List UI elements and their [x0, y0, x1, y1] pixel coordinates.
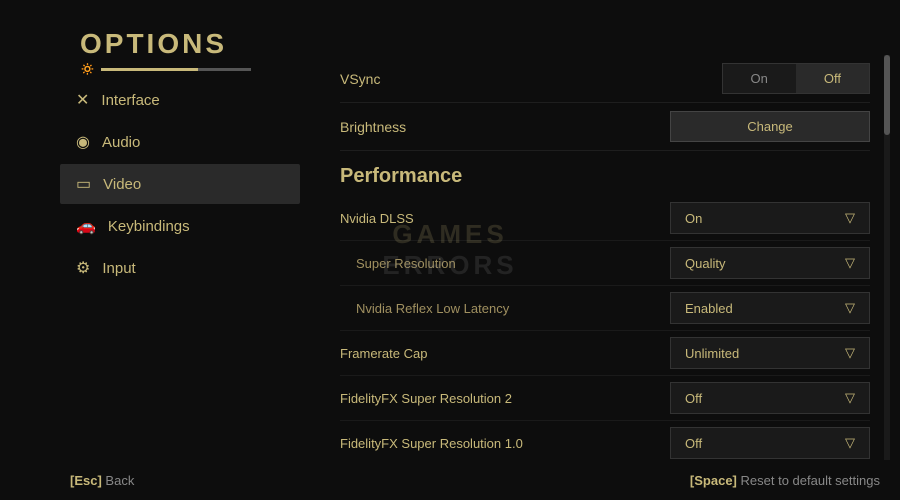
sidebar-item-interface[interactable]: ✕ Interface	[60, 80, 300, 120]
input-icon: ⚙	[76, 258, 90, 278]
space-key-label: [Space]	[690, 473, 737, 488]
keybindings-icon: 🚗	[76, 216, 96, 236]
sidebar-item-audio[interactable]: ◉ Audio	[60, 122, 300, 162]
slider-fill	[101, 68, 199, 71]
sidebar-label-video: Video	[103, 176, 141, 193]
scrollbar-thumb[interactable]	[884, 55, 890, 135]
video-icon: ▭	[76, 174, 91, 194]
super-resolution-value: Quality ▽	[560, 247, 870, 279]
nvidia-reflex-row: Nvidia Reflex Low Latency Enabled ▽	[340, 286, 870, 331]
brightness-change-button[interactable]: Change	[670, 111, 870, 142]
framerate-cap-selected: Unlimited	[685, 346, 739, 361]
framerate-cap-label: Framerate Cap	[340, 346, 560, 361]
vsync-label: VSync	[340, 71, 560, 87]
framerate-cap-value: Unlimited ▽	[560, 337, 870, 369]
nvidia-dlss-label: Nvidia DLSS	[340, 211, 560, 226]
nvidia-dlss-dropdown[interactable]: On ▽	[670, 202, 870, 234]
main-content: VSync On Off Brightness Change Performan…	[340, 55, 870, 460]
space-key-text: Reset to default settings	[741, 473, 880, 488]
super-resolution-selected: Quality	[685, 256, 725, 271]
nvidia-dlss-arrow: ▽	[845, 210, 855, 226]
sidebar-item-video[interactable]: ▭ Video	[60, 164, 300, 204]
nvidia-reflex-selected: Enabled	[685, 301, 733, 316]
nvidia-dlss-selected: On	[685, 211, 702, 226]
vsync-control: On Off	[560, 63, 870, 94]
super-resolution-label: Super Resolution	[340, 256, 560, 271]
scrollbar[interactable]	[884, 55, 890, 460]
fidelityfx-sr2-value: Off ▽	[560, 382, 870, 414]
performance-section-title: Performance	[340, 165, 870, 188]
fidelityfx-sr1-row: FidelityFX Super Resolution 1.0 Off ▽	[340, 421, 870, 460]
sidebar-label-keybindings: Keybindings	[108, 218, 190, 235]
nvidia-reflex-dropdown[interactable]: Enabled ▽	[670, 292, 870, 324]
vsync-toggle-group: On Off	[722, 63, 870, 94]
vsync-on-button[interactable]: On	[723, 64, 796, 93]
footer: [Esc] Back [Space] Reset to default sett…	[70, 473, 880, 488]
sidebar-label-audio: Audio	[102, 134, 140, 151]
sidebar-label-interface: Interface	[101, 92, 159, 109]
esc-key-label: [Esc]	[70, 473, 102, 488]
fidelityfx-sr1-dropdown[interactable]: Off ▽	[670, 427, 870, 459]
vsync-row: VSync On Off	[340, 55, 870, 103]
nvidia-dlss-row: Nvidia DLSS On ▽	[340, 196, 870, 241]
sidebar: ✕ Interface ◉ Audio ▭ Video 🚗 Keybinding…	[60, 80, 300, 290]
sidebar-label-input: Input	[102, 260, 135, 277]
super-resolution-row: Super Resolution Quality ▽	[340, 241, 870, 286]
fidelityfx-sr1-value: Off ▽	[560, 427, 870, 459]
fidelityfx-sr2-row: FidelityFX Super Resolution 2 Off ▽	[340, 376, 870, 421]
nvidia-dlss-value: On ▽	[560, 202, 870, 234]
framerate-cap-dropdown[interactable]: Unlimited ▽	[670, 337, 870, 369]
fidelityfx-sr1-selected: Off	[685, 436, 702, 451]
brightness-row: Brightness Change	[340, 103, 870, 151]
page-title: OPTIONS	[80, 28, 227, 60]
top-slider-area: 🔅	[80, 62, 251, 76]
slider-track[interactable]	[101, 68, 251, 71]
brightness-label: Brightness	[340, 119, 560, 135]
footer-back: [Esc] Back	[70, 473, 134, 488]
framerate-cap-arrow: ▽	[845, 345, 855, 361]
super-resolution-arrow: ▽	[845, 255, 855, 271]
audio-icon: ◉	[76, 132, 90, 152]
fidelityfx-sr1-label: FidelityFX Super Resolution 1.0	[340, 436, 560, 451]
sidebar-item-keybindings[interactable]: 🚗 Keybindings	[60, 206, 300, 246]
nvidia-reflex-label: Nvidia Reflex Low Latency	[340, 301, 560, 316]
framerate-cap-row: Framerate Cap Unlimited ▽	[340, 331, 870, 376]
nvidia-reflex-arrow: ▽	[845, 300, 855, 316]
footer-reset: [Space] Reset to default settings	[690, 473, 880, 488]
brightness-control: Change	[560, 111, 870, 142]
fidelityfx-sr2-selected: Off	[685, 391, 702, 406]
sidebar-item-input[interactable]: ⚙ Input	[60, 248, 300, 288]
fidelityfx-sr2-arrow: ▽	[845, 390, 855, 406]
nvidia-reflex-value: Enabled ▽	[560, 292, 870, 324]
fidelityfx-sr2-label: FidelityFX Super Resolution 2	[340, 391, 560, 406]
esc-key-text: Back	[105, 473, 134, 488]
fidelityfx-sr1-arrow: ▽	[845, 435, 855, 451]
vsync-off-button[interactable]: Off	[796, 64, 869, 93]
super-resolution-dropdown[interactable]: Quality ▽	[670, 247, 870, 279]
slider-icon: 🔅	[80, 62, 95, 76]
interface-icon: ✕	[76, 90, 89, 110]
fidelityfx-sr2-dropdown[interactable]: Off ▽	[670, 382, 870, 414]
